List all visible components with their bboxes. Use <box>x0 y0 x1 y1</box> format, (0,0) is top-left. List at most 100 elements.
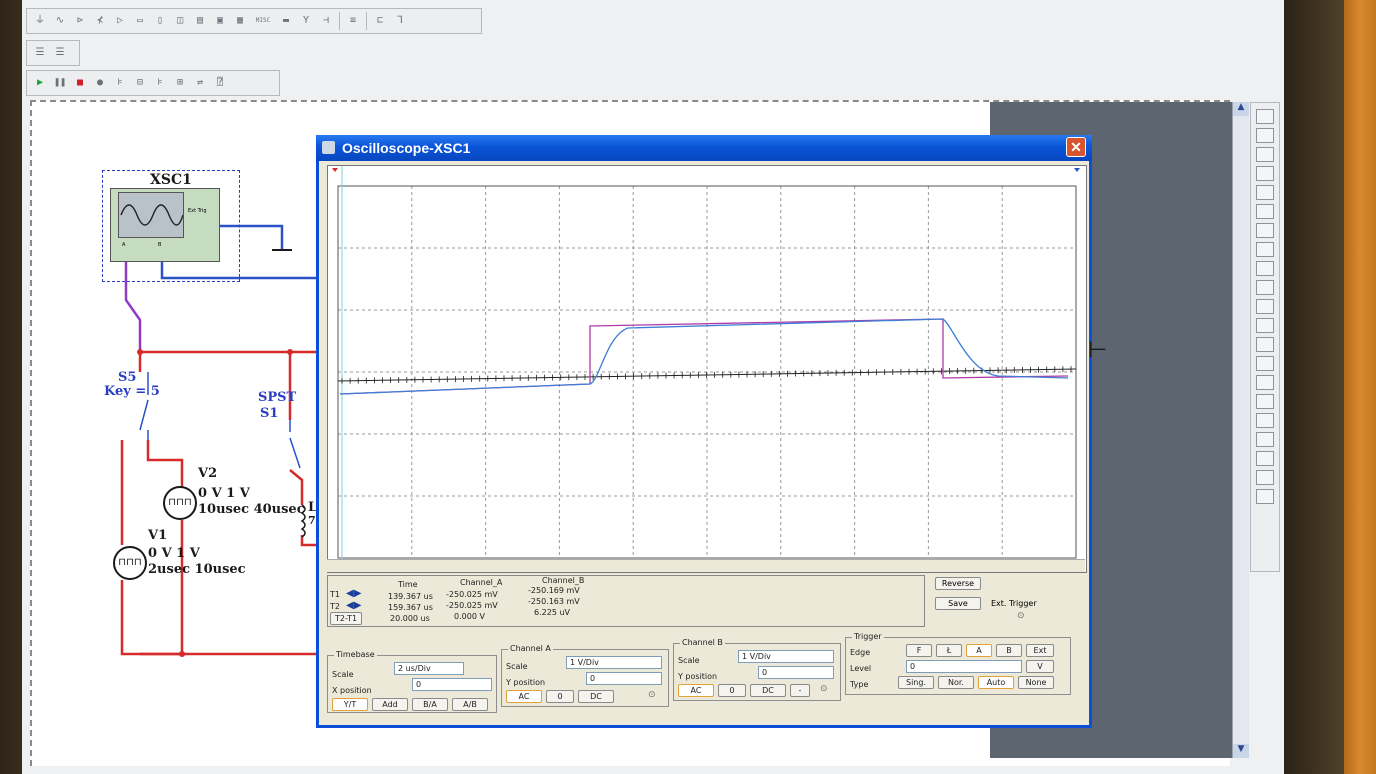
display-scrollbar[interactable] <box>327 559 1085 572</box>
channel-b-invert-button[interactable]: - <box>790 684 810 697</box>
t1-arrows-icon[interactable]: ◀▶ <box>346 588 361 599</box>
mode-yt-button[interactable]: Y/T <box>332 698 368 711</box>
t1-time: 139.367 us <box>388 592 433 601</box>
frequency-counter-icon[interactable] <box>1256 223 1274 238</box>
scope-channel-a-label: A <box>122 242 126 248</box>
channel-b-scale-label: Scale <box>678 656 700 665</box>
agilent-multimeter-icon[interactable] <box>1256 394 1274 409</box>
monitor-bezel-right <box>1284 0 1344 774</box>
oscilloscope-titlebar[interactable]: Oscilloscope-XSC1 ✕ <box>316 135 1092 161</box>
v1-pulse-source-icon[interactable]: ⊓⊓⊓ <box>113 546 147 580</box>
scope-display[interactable] <box>327 165 1087 573</box>
trigger-auto-button[interactable]: Auto <box>978 676 1014 689</box>
v2-pulse-source-icon[interactable]: ⊓⊓⊓ <box>163 486 197 520</box>
channel-b-panel: Channel B Scale 1 V/Div Y position 0 AC … <box>673 638 841 701</box>
channel-b-dc-button[interactable]: DC <box>750 684 786 697</box>
network-analyzer-icon[interactable] <box>1256 356 1274 371</box>
save-button[interactable]: Save <box>935 597 981 610</box>
t2-t1-channel-b: 6.225 uV <box>534 608 570 617</box>
desk-background <box>1344 0 1376 774</box>
trigger-normal-button[interactable]: Nor. <box>938 676 974 689</box>
channel-a-scale-field[interactable]: 1 V/Div <box>566 656 662 669</box>
trigger-source-ext-button[interactable]: Ext <box>1026 644 1054 657</box>
multimeter-icon[interactable] <box>1256 109 1274 124</box>
scope-ground-terminal-icon: ⊢ <box>1088 338 1108 363</box>
measurement-probe-icon[interactable] <box>1256 451 1274 466</box>
oscilloscope-icon[interactable] <box>1256 166 1274 181</box>
timebase-scale-field[interactable]: 2 us/Div <box>394 662 464 675</box>
mode-ba-button[interactable]: B/A <box>412 698 448 711</box>
wattmeter-icon[interactable] <box>1256 147 1274 162</box>
agilent-generator-icon[interactable] <box>1256 375 1274 390</box>
close-button[interactable]: ✕ <box>1066 137 1086 157</box>
trigger-type-label: Type <box>850 680 869 689</box>
channel-a-header: Channel_A <box>460 578 503 587</box>
time-header: Time <box>398 580 418 589</box>
channel-a-dc-button[interactable]: DC <box>578 690 614 703</box>
cursor-t2-marker[interactable] <box>1074 168 1080 172</box>
cursor-t1-marker[interactable] <box>332 168 338 172</box>
switch-s5-key: Key = 5 <box>104 384 160 399</box>
labview-icon[interactable] <box>1256 470 1274 485</box>
channel-b-ypos-field[interactable]: 0 <box>758 666 834 679</box>
scope-channel-b-label: B <box>158 242 162 248</box>
v1-refdes: V1 <box>148 528 168 543</box>
ext-trigger-label: Ext. Trigger <box>991 599 1037 608</box>
trigger-none-button[interactable]: None <box>1018 676 1054 689</box>
mode-ab-button[interactable]: A/B <box>452 698 488 711</box>
channel-b-zero-button[interactable]: 0 <box>718 684 746 697</box>
switch-s1-type: SPST <box>258 390 297 405</box>
t2-label: T2 <box>330 602 340 611</box>
mode-add-button[interactable]: Add <box>372 698 408 711</box>
t2-arrows-icon[interactable]: ◀▶ <box>346 600 361 611</box>
function-generator-icon[interactable] <box>1256 128 1274 143</box>
trigger-edge-label: Edge <box>850 648 871 657</box>
trigger-level-field[interactable]: 0 <box>906 660 1022 673</box>
t2-channel-b: -250.163 mV <box>528 597 580 606</box>
channel-b-header: Channel_B <box>542 576 585 585</box>
t2-t1-channel-a: 0.000 V <box>454 612 485 621</box>
trigger-single-button[interactable]: Sing. <box>898 676 934 689</box>
v2-timing: 10usec 40usec <box>198 502 305 517</box>
scope-refdes: XSC1 <box>150 172 192 188</box>
iv-analyzer-icon[interactable] <box>1256 299 1274 314</box>
bode-plotter-icon[interactable] <box>1256 204 1274 219</box>
trigger-rising-edge-button[interactable]: F <box>906 644 932 657</box>
distortion-analyzer-icon[interactable] <box>1256 318 1274 333</box>
workspace-vertical-scrollbar[interactable]: ▲ ▼ <box>1232 102 1249 758</box>
oscilloscope-app-icon <box>322 141 335 154</box>
channel-a-ac-button[interactable]: AC <box>506 690 542 703</box>
scroll-up-icon[interactable]: ▲ <box>1233 102 1249 116</box>
trigger-source-a-button[interactable]: A <box>966 644 992 657</box>
channel-b-scale-field[interactable]: 1 V/Div <box>738 650 834 663</box>
t1-channel-b: -250.169 mV <box>528 586 580 595</box>
current-probe-icon[interactable] <box>1256 489 1274 504</box>
word-generator-icon[interactable] <box>1256 242 1274 257</box>
reverse-button[interactable]: Reverse <box>935 577 981 590</box>
channel-b-terminal-icon[interactable]: ⊙ <box>820 684 828 694</box>
x-position-field[interactable]: 0 <box>412 678 492 691</box>
tektronix-scope-icon[interactable] <box>1256 432 1274 447</box>
scope-symbol-screen <box>118 192 184 238</box>
logic-converter-icon[interactable] <box>1256 280 1274 295</box>
trigger-source-b-button[interactable]: B <box>996 644 1022 657</box>
scroll-down-icon[interactable]: ▼ <box>1233 744 1249 758</box>
four-channel-scope-icon[interactable] <box>1256 185 1274 200</box>
trigger-level-label: Level <box>850 664 872 673</box>
agilent-scope-icon[interactable] <box>1256 413 1274 428</box>
channel-a-terminal-icon[interactable]: ⊙ <box>648 690 656 700</box>
ext-trigger-terminal-icon[interactable]: ⊙ <box>1017 611 1025 621</box>
channel-b-ac-button[interactable]: AC <box>678 684 714 697</box>
spectrum-analyzer-icon[interactable] <box>1256 337 1274 352</box>
channel-b-ypos-label: Y position <box>678 672 718 681</box>
instruments-toolbar <box>1250 102 1280 572</box>
trigger-falling-edge-button[interactable]: Ł <box>936 644 962 657</box>
timebase-scale-label: Scale <box>332 670 354 679</box>
logic-analyzer-icon[interactable] <box>1256 261 1274 276</box>
v2-levels: 0 V 1 V <box>198 486 250 501</box>
channel-a-title: Channel A <box>508 644 553 653</box>
multisim-screen: ⏚ ∿ ⊳ ⊀ ▷ ▭ ▯ ◫ ▤ ▣ ▦ MISC ▬ Y ⊣ ≡ ⊏ Ꞁ ☰… <box>22 0 1284 774</box>
channel-a-zero-button[interactable]: 0 <box>546 690 574 703</box>
channel-a-ypos-field[interactable]: 0 <box>586 672 662 685</box>
trigger-level-unit[interactable]: V <box>1026 660 1054 673</box>
